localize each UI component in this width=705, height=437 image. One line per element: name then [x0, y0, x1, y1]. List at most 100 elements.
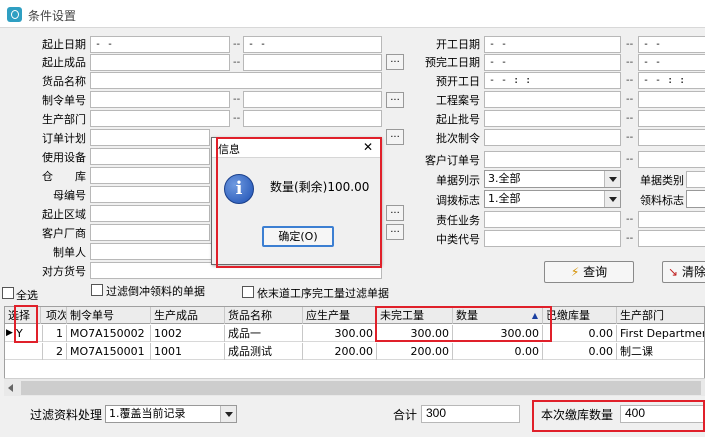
- customer-order-from-field[interactable]: [484, 151, 621, 168]
- row-unfinished-cell: 200.00: [377, 343, 453, 360]
- filter-incomplete-checkbox[interactable]: [242, 286, 254, 298]
- row-line-cell: 2: [43, 343, 67, 360]
- issue-flag-select[interactable]: [686, 190, 705, 208]
- header-select[interactable]: 选择: [5, 307, 41, 324]
- responsible-from-field[interactable]: [484, 211, 621, 228]
- row-product-cell: 1001: [151, 343, 225, 360]
- row-department-cell: 制二课: [617, 343, 704, 360]
- start-work-from-field[interactable]: - -: [484, 36, 621, 53]
- label-issue-flag: 领料标志: [640, 194, 684, 207]
- range-dash: --: [626, 132, 634, 143]
- sort-ascending-icon: ▲: [531, 311, 538, 320]
- range-dash: --: [626, 233, 634, 244]
- range-dash: --: [626, 75, 634, 86]
- query-button[interactable]: ⚡ 查询: [544, 261, 634, 283]
- info-icon: i: [224, 174, 254, 204]
- planned-finish-from-field[interactable]: - -: [484, 54, 621, 71]
- goods-name-field[interactable]: [90, 72, 382, 89]
- product-lookup-button[interactable]: ...: [386, 54, 404, 70]
- chevron-down-icon[interactable]: [220, 406, 236, 422]
- planned-finish-to-field[interactable]: - -: [638, 54, 705, 71]
- customer-order-to-field[interactable]: [638, 151, 705, 168]
- start-work-to-field[interactable]: - -: [638, 36, 705, 53]
- scroll-thumb[interactable]: [21, 381, 701, 395]
- doc-type-field[interactable]: [686, 171, 705, 188]
- middle-code-from-field[interactable]: [484, 230, 621, 247]
- header-received-qty[interactable]: 已缴库量: [543, 307, 617, 324]
- dialog-message: 数量(剩余)100.00: [270, 180, 370, 194]
- table-row[interactable]: ▶ Y 1 MO7A150002 1002 成品一 300.00 300.00 …: [5, 325, 704, 342]
- row-received-cell: 0.00: [543, 343, 617, 360]
- planned-start-to-field[interactable]: - - : :: [638, 72, 705, 89]
- project-case-from-field[interactable]: [484, 91, 621, 108]
- label-planned-finish-date: 预完工日期: [425, 56, 480, 69]
- row-mo-cell: MO7A150001: [67, 343, 151, 360]
- header-mo-number[interactable]: 制令单号: [67, 307, 151, 324]
- mo-from-field[interactable]: [90, 91, 230, 108]
- product-from-field[interactable]: [90, 54, 230, 71]
- label-start-work-date: 开工日期: [436, 38, 480, 51]
- region-lookup-button[interactable]: ...: [386, 205, 404, 221]
- warehouse-from-field[interactable]: [90, 167, 210, 184]
- row-quantity-cell[interactable]: 300.00: [453, 325, 543, 342]
- region-from-field[interactable]: [90, 205, 210, 222]
- select-all-label: 全选: [16, 289, 38, 302]
- batch-from-field[interactable]: [484, 110, 621, 127]
- message-dialog: 信息 ✕ i 数量(剩余)100.00 确定(O): [211, 137, 381, 265]
- chevron-down-icon[interactable]: [604, 171, 620, 187]
- order-plan-lookup-button[interactable]: ...: [386, 129, 404, 145]
- scroll-left-icon[interactable]: [8, 384, 13, 392]
- filter-handling-label: 过滤资料处理: [30, 408, 103, 422]
- department-from-field[interactable]: [90, 110, 230, 127]
- header-department[interactable]: 生产部门: [617, 307, 704, 324]
- row-select-cell[interactable]: Y: [13, 325, 43, 342]
- mo-lookup-button[interactable]: ...: [386, 92, 404, 108]
- clear-button[interactable]: ↘ 清除: [662, 261, 705, 283]
- header-product[interactable]: 生产成品: [151, 307, 225, 324]
- doc-list-value: 3.全部: [488, 172, 521, 185]
- batch-order-to-field[interactable]: [638, 129, 705, 146]
- header-planned-qty[interactable]: 应生产量: [303, 307, 377, 324]
- row-select-cell[interactable]: [13, 343, 43, 360]
- filter-handling-select[interactable]: 1.覆盖当前记录: [105, 405, 237, 423]
- table-row[interactable]: 2 MO7A150001 1001 成品测试 200.00 200.00 0.0…: [5, 343, 704, 360]
- start-date-from-field[interactable]: - -: [90, 36, 230, 53]
- header-unfinished-qty[interactable]: 未完工量: [377, 307, 453, 324]
- start-date-to-field[interactable]: - -: [243, 36, 382, 53]
- customer-lookup-button[interactable]: ...: [386, 224, 404, 240]
- filter-reverse-checkbox[interactable]: [91, 284, 103, 296]
- header-goods-name[interactable]: 货品名称: [225, 307, 303, 324]
- select-all-checkbox[interactable]: [2, 287, 14, 299]
- receipt-qty-field[interactable]: 400: [620, 405, 705, 423]
- order-plan-from-field[interactable]: [90, 129, 210, 146]
- chevron-down-icon[interactable]: [604, 191, 620, 207]
- department-to-field[interactable]: [243, 110, 382, 127]
- batch-to-field[interactable]: [638, 110, 705, 127]
- label-mo-number: 制令单号: [42, 94, 86, 107]
- header-quantity[interactable]: 数量 ▲: [453, 307, 543, 324]
- parent-number-from-field[interactable]: [90, 186, 210, 203]
- horizontal-scrollbar[interactable]: [4, 378, 705, 396]
- equipment-from-field[interactable]: [90, 148, 210, 165]
- customer-vendor-from-field[interactable]: [90, 224, 210, 241]
- row-goods-cell: 成品测试: [225, 343, 303, 360]
- responsible-to-field[interactable]: [638, 211, 705, 228]
- row-quantity-cell[interactable]: 0.00: [453, 343, 543, 360]
- project-case-to-field[interactable]: [638, 91, 705, 108]
- transfer-flag-select[interactable]: 1.全部: [484, 190, 621, 208]
- middle-code-to-field[interactable]: [638, 230, 705, 247]
- planned-start-from-field[interactable]: - - : :: [484, 72, 621, 89]
- row-mo-cell: MO7A150002: [67, 325, 151, 342]
- close-icon[interactable]: ✕: [363, 140, 373, 154]
- product-to-field[interactable]: [243, 54, 382, 71]
- title-bar: 条件设置: [0, 0, 705, 28]
- label-customer-vendor: 客户厂商: [42, 227, 86, 240]
- ok-button[interactable]: 确定(O): [262, 226, 334, 247]
- doc-list-select[interactable]: 3.全部: [484, 170, 621, 188]
- header-line[interactable]: 项次: [43, 307, 67, 324]
- row-product-cell: 1002: [151, 325, 225, 342]
- range-dash: --: [233, 39, 241, 50]
- label-warehouse: 仓 库: [42, 170, 86, 183]
- batch-order-from-field[interactable]: [484, 129, 621, 146]
- mo-to-field[interactable]: [243, 91, 382, 108]
